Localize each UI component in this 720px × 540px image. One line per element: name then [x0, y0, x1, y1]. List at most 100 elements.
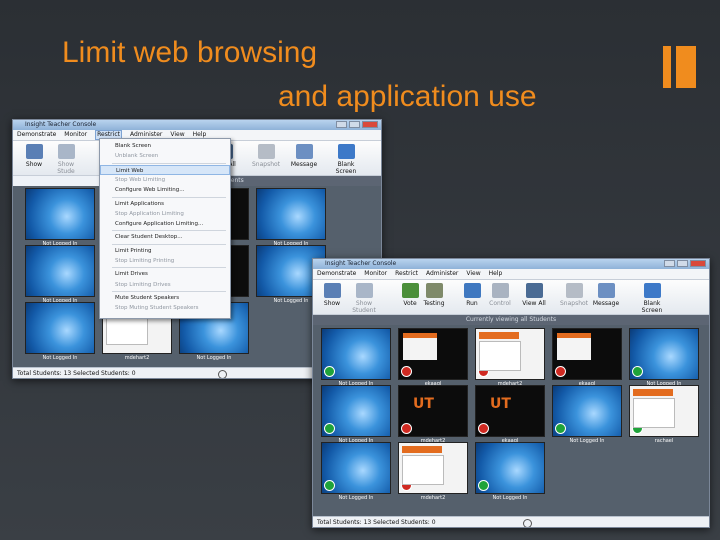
student-tile[interactable]: Not Logged In — [25, 188, 95, 248]
menu-view[interactable]: View — [466, 269, 480, 279]
restrict-menu-item[interactable]: Stop Application Limiting — [100, 209, 230, 219]
show-icon — [323, 283, 341, 298]
tool-run-button[interactable]: Run — [457, 283, 487, 307]
tool-message-button[interactable]: Message — [289, 144, 319, 168]
tool-show-button[interactable]: Show — [317, 283, 347, 307]
maximize-button[interactable] — [677, 260, 688, 267]
front-student-grid: Not Logged In ekaagl mdehart2 ekaagl Not Log… — [313, 325, 709, 516]
online-status-icon — [324, 366, 335, 377]
tool-blank-screen-button[interactable]: Blank Screen — [637, 283, 667, 314]
student-screen-thumbnail — [321, 442, 391, 494]
tool-label: Vote — [403, 300, 417, 307]
student-tile[interactable]: ekaagl — [552, 328, 622, 388]
restricted-status-icon — [401, 480, 412, 491]
restrict-menu-item[interactable]: Limit Drives — [100, 269, 230, 279]
blank-screen-icon — [337, 144, 355, 159]
tool-message-button[interactable]: Message — [591, 283, 621, 307]
student-tile[interactable]: mdehart2 — [398, 385, 468, 445]
restrict-menu-item[interactable]: Configure Web Limiting... — [100, 185, 230, 195]
tool-snapshot-button[interactable]: Snapshot — [251, 144, 281, 168]
student-tile[interactable]: Not Logged In — [321, 328, 391, 388]
tool-show-button[interactable]: Show — [19, 144, 49, 168]
restrict-menu-item[interactable]: Mute Student Speakers — [100, 293, 230, 303]
restricted-status-icon — [478, 366, 489, 377]
menu-demonstrate[interactable]: Demonstrate — [17, 130, 56, 140]
menu-restrict[interactable]: Restrict — [395, 269, 418, 279]
restrict-menu-item[interactable]: Stop Limiting Printing — [100, 256, 230, 266]
message-icon — [295, 144, 313, 159]
student-tile[interactable]: Not Logged In — [552, 385, 622, 445]
accent-bar-left — [663, 46, 671, 88]
student-tile[interactable]: Not Logged In — [25, 302, 95, 362]
student-screen-thumbnail — [552, 328, 622, 380]
restrict-menu-item[interactable]: Limit Printing — [100, 246, 230, 256]
student-tile[interactable]: ekaagl — [475, 385, 545, 445]
restrict-menu-item[interactable]: Clear Student Desktop... — [100, 232, 230, 242]
tool-label: Snapshot — [251, 161, 281, 168]
tool-show-student-button[interactable]: Show Student — [349, 283, 379, 314]
back-status-text: Total Students: 13 Selected Students: 0 — [17, 370, 136, 377]
online-status-icon — [324, 480, 335, 491]
tool-label: Message — [290, 161, 318, 168]
student-tile[interactable]: rachael — [629, 385, 699, 445]
student-screen-thumbnail — [398, 328, 468, 380]
menu-administer[interactable]: Administer — [426, 269, 458, 279]
testing-icon — [425, 283, 443, 298]
restrict-menu-item[interactable]: Stop Web Limiting — [100, 175, 230, 185]
tool-label: View All — [522, 300, 546, 307]
student-screen-thumbnail — [475, 385, 545, 437]
student-tile[interactable]: Not Logged In — [321, 442, 391, 502]
student-tile[interactable]: Not Logged In — [25, 245, 95, 305]
restrict-menu-item[interactable]: Configure Application Limiting... — [100, 219, 230, 229]
tool-label: Show Student — [352, 300, 376, 314]
menu-help[interactable]: Help — [489, 269, 503, 279]
menu-monitor[interactable]: Monitor — [364, 269, 387, 279]
restrict-menu-item[interactable]: Blank Screen — [100, 141, 230, 151]
student-tile[interactable]: Not Logged In — [256, 188, 326, 248]
restrict-menu-item[interactable]: Limit Applications — [100, 199, 230, 209]
online-status-icon — [478, 480, 489, 491]
show-student-icon — [355, 283, 373, 298]
tool-blank-screen-button[interactable]: Blank Screen — [331, 144, 361, 175]
snapshot-icon — [565, 283, 583, 298]
tool-label: Show — [25, 161, 43, 168]
slide-title-line-1: Limit web browsing — [62, 36, 318, 69]
menu-separator — [112, 290, 226, 292]
refresh-icon — [523, 519, 532, 527]
tool-show-student-button[interactable]: Show Stude — [51, 144, 81, 175]
front-window-title: Insight Teacher Console — [325, 260, 397, 267]
tool-label: Show — [323, 300, 341, 307]
menu-monitor[interactable]: Monitor — [64, 130, 87, 140]
tool-view-all-button[interactable]: View All — [519, 283, 549, 307]
show-icon — [25, 144, 43, 159]
student-tile[interactable]: Not Logged In — [321, 385, 391, 445]
maximize-button[interactable] — [349, 121, 360, 128]
student-screen-thumbnail — [629, 328, 699, 380]
student-tile[interactable]: Not Logged In — [475, 442, 545, 502]
tool-control-button[interactable]: Control — [485, 283, 515, 307]
close-button[interactable] — [690, 260, 706, 267]
minimize-button[interactable] — [336, 121, 347, 128]
student-tile[interactable]: ekaagl — [398, 328, 468, 388]
close-button[interactable] — [362, 121, 378, 128]
student-tile[interactable]: mdehart2 — [475, 328, 545, 388]
tool-testing-button[interactable]: Testing — [419, 283, 449, 307]
restrict-menu-item[interactable]: Limit Web — [100, 164, 230, 175]
vote-icon — [401, 283, 419, 298]
front-viewing-banner: Currently viewing all Students — [313, 315, 709, 325]
refresh-icon — [218, 370, 227, 378]
tool-label: Blank Screen — [335, 161, 357, 175]
student-tile[interactable]: mdehart2 — [398, 442, 468, 502]
run-icon — [463, 283, 481, 298]
student-name: Not Logged In — [569, 438, 605, 444]
student-tile[interactable]: Not Logged In — [629, 328, 699, 388]
minimize-button[interactable] — [664, 260, 675, 267]
menu-demonstrate[interactable]: Demonstrate — [317, 269, 356, 279]
tool-label: Control — [489, 300, 511, 307]
restrict-menu-item[interactable]: Stop Muting Student Speakers — [100, 303, 230, 313]
restrict-menu-item[interactable]: Stop Limiting Drives — [100, 280, 230, 290]
tool-snapshot-button[interactable]: Snapshot — [559, 283, 589, 307]
restricted-status-icon — [401, 423, 412, 434]
front-console-window: Insight Teacher Console Demonstrate Monit… — [312, 258, 710, 528]
restrict-menu-item[interactable]: Unblank Screen — [100, 151, 230, 161]
